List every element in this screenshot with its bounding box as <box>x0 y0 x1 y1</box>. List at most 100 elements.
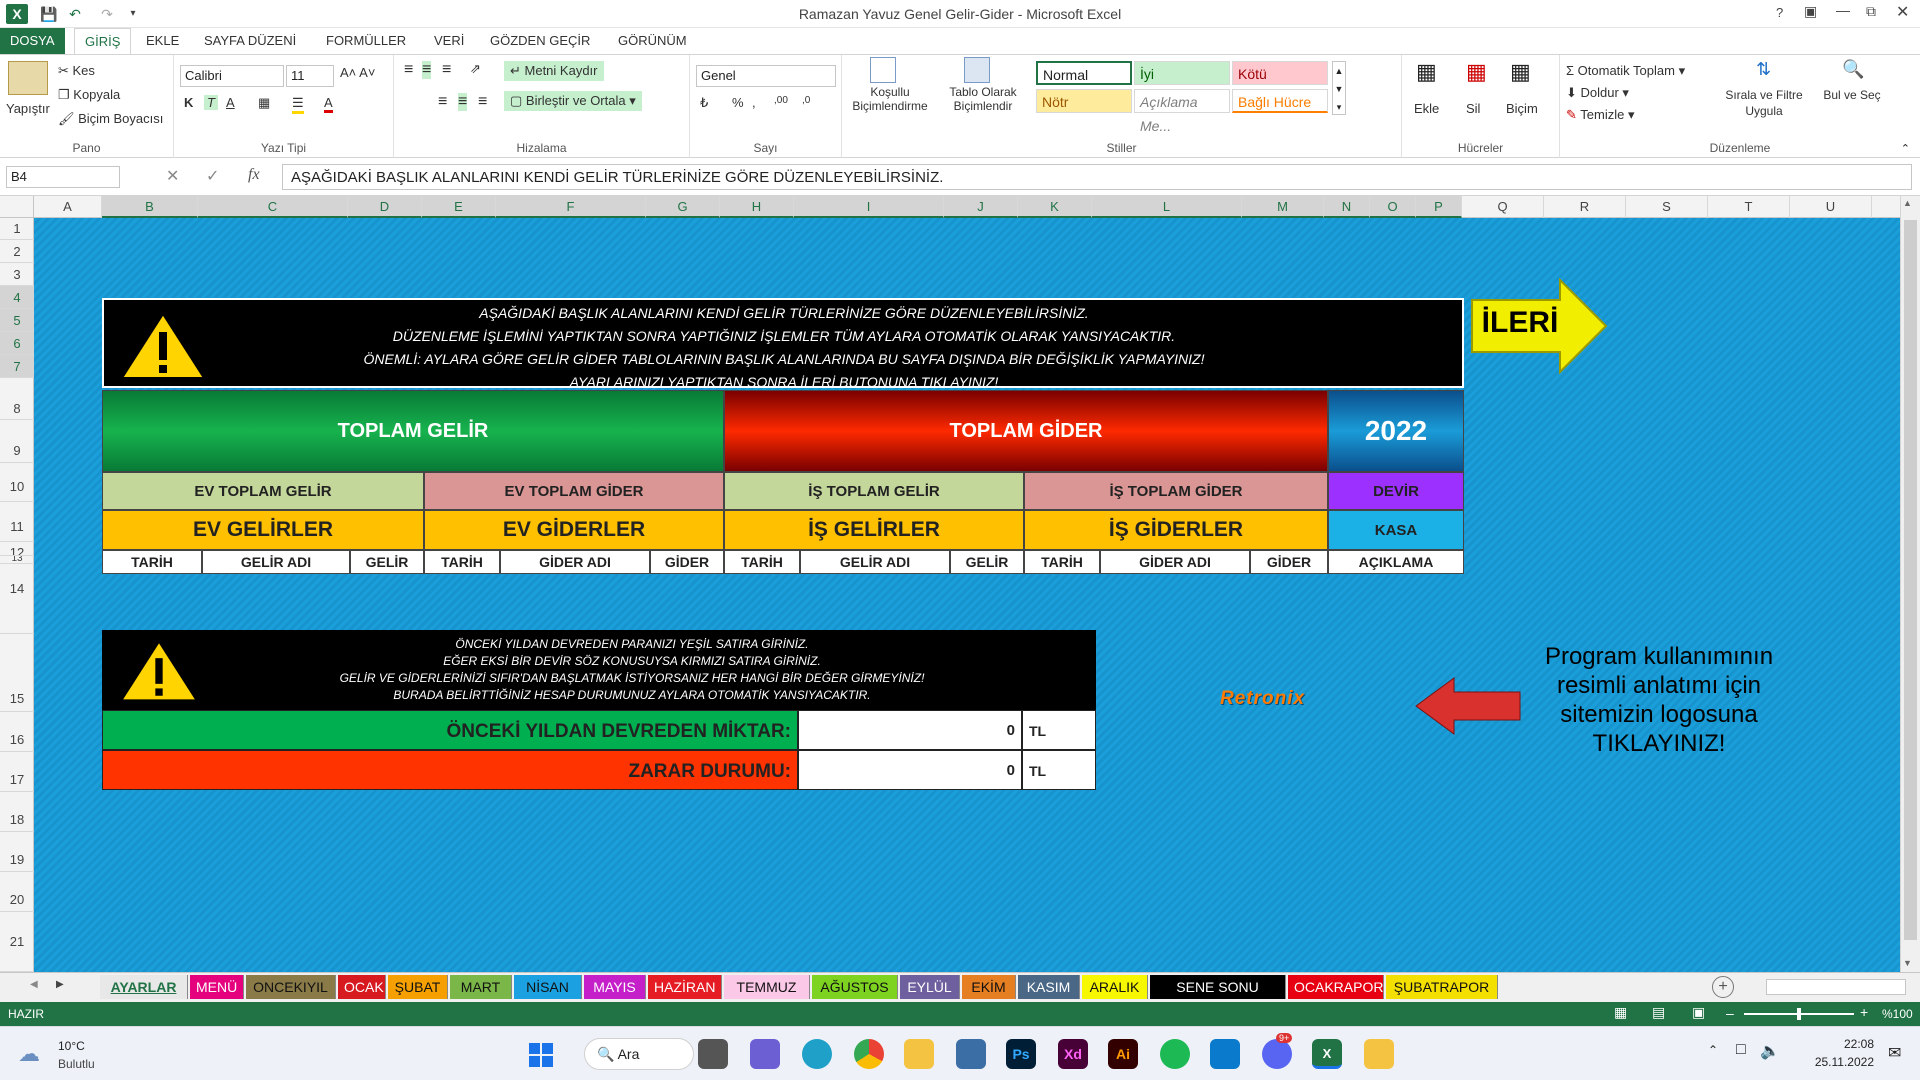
home-expense-total[interactable]: EV TOPLAM GİDER <box>424 472 724 510</box>
align-center-icon[interactable]: ≡ <box>458 93 468 111</box>
windows-start-icon[interactable] <box>528 1042 554 1068</box>
cash-cell[interactable]: KASA <box>1328 510 1464 550</box>
col-header[interactable]: Q <box>1462 196 1544 218</box>
fill-color-icon[interactable]: ☰ <box>292 95 304 114</box>
year-cell[interactable]: 2022 <box>1328 390 1464 472</box>
row-header[interactable]: 12 <box>0 542 34 556</box>
row-header[interactable]: 10 <box>0 463 34 502</box>
tab-page-layout[interactable]: SAYFA DÜZENİ <box>194 28 306 54</box>
font-color-icon[interactable]: A <box>324 95 333 113</box>
wrap-text-button[interactable]: ↵ Metni Kaydır <box>504 61 604 81</box>
col-header[interactable]: F <box>496 196 646 218</box>
col-header[interactable]: G <box>646 196 720 218</box>
col-header[interactable]: T <box>1708 196 1790 218</box>
styles-scroll-icon[interactable]: ▲ ▼ ▾ <box>1332 61 1346 115</box>
row-header[interactable]: 8 <box>0 378 34 420</box>
zoom-level[interactable]: %100 <box>1882 1007 1913 1021</box>
volume-icon[interactable]: 🔈 <box>1760 1041 1780 1061</box>
folder-icon[interactable] <box>1364 1039 1394 1069</box>
style-bad[interactable]: Kötü <box>1232 61 1328 85</box>
cancel-icon[interactable]: ✕ <box>166 166 179 186</box>
format-table-icon[interactable] <box>964 57 990 83</box>
loss-amount-input[interactable]: 0 <box>798 750 1022 790</box>
minimize-icon[interactable]: — <box>1836 2 1850 18</box>
style-linked-cell[interactable]: Bağlı Hücre <box>1232 89 1328 113</box>
work-expenses-header[interactable]: İŞ GİDERLER <box>1024 510 1328 550</box>
store-icon[interactable] <box>956 1039 986 1069</box>
subheader-date[interactable]: TARİH <box>424 550 500 574</box>
tab-formulas[interactable]: FORMÜLLER <box>316 28 416 54</box>
tab-insert[interactable]: EKLE <box>136 28 189 54</box>
col-header[interactable]: O <box>1370 196 1416 218</box>
row-header[interactable]: 13 <box>0 556 34 564</box>
col-header[interactable]: L <box>1092 196 1242 218</box>
col-header[interactable]: E <box>422 196 496 218</box>
sheet-tab[interactable]: MENÜ <box>190 975 244 999</box>
zoom-out-icon[interactable]: – <box>1726 1005 1734 1021</box>
formula-input[interactable]: AŞAĞIDAKİ BAŞLIK ALANLARINI KENDİ GELİR … <box>282 164 1912 190</box>
decrease-decimal-icon[interactable]: ,0 <box>802 95 810 106</box>
edge-icon[interactable] <box>802 1039 832 1069</box>
merge-center-button[interactable]: ▢ Birleştir ve Ortala ▾ <box>504 91 642 111</box>
page-break-view-icon[interactable]: ▣ <box>1692 1004 1705 1021</box>
sheet-tab[interactable]: SENE SONU RAPOR <box>1150 975 1286 999</box>
home-expenses-header[interactable]: EV GİDERLER <box>424 510 724 550</box>
delete-cells-button[interactable]: Sil <box>1466 101 1480 116</box>
subheader-income-name[interactable]: GELİR ADI <box>202 550 350 574</box>
col-header[interactable]: U <box>1790 196 1872 218</box>
subheader-expense[interactable]: GİDER <box>1250 550 1328 574</box>
show-hidden-icons-icon[interactable]: ⌃ <box>1708 1043 1718 1057</box>
subheader-date[interactable]: TARİH <box>1024 550 1100 574</box>
scroll-up-icon[interactable]: ▲ <box>1903 198 1912 208</box>
clock-time[interactable]: 22:08 <box>1808 1037 1874 1051</box>
carryover-cell[interactable]: DEVİR <box>1328 472 1464 510</box>
sheet-tab[interactable]: ŞUBATRAPOR <box>1386 975 1498 999</box>
col-header[interactable]: C <box>198 196 348 218</box>
normal-view-icon[interactable]: ▦ <box>1614 1004 1627 1021</box>
row-header[interactable]: 5 <box>0 309 34 332</box>
carryover-amount-input[interactable]: 0 <box>798 710 1022 750</box>
page-layout-view-icon[interactable]: ▤ <box>1652 1004 1665 1021</box>
sheet-tab[interactable]: AĞUSTOS <box>812 975 898 999</box>
autosum-button[interactable]: Σ Otomatik Toplam ▾ <box>1566 63 1685 79</box>
sheet-tab[interactable]: ŞUBAT <box>388 975 448 999</box>
task-view-icon[interactable] <box>698 1039 728 1069</box>
increase-decimal-icon[interactable]: ,00 <box>774 95 788 106</box>
delete-cells-icon[interactable]: ▦ <box>1466 59 1487 85</box>
tab-scroll-left-icon[interactable]: ◀ <box>30 979 38 990</box>
subheader-expense-name[interactable]: GİDER ADI <box>1100 550 1250 574</box>
align-middle-icon[interactable]: ≡ <box>422 61 432 79</box>
close-icon[interactable]: ✕ <box>1896 2 1909 22</box>
format-painter-button[interactable]: 🖌 Biçim Boyacısı <box>58 111 163 127</box>
align-right-icon[interactable]: ≡ <box>478 93 487 111</box>
cut-button[interactable]: ✂ Kes <box>58 63 95 79</box>
xd-icon[interactable]: Xd <box>1058 1039 1088 1069</box>
row-header[interactable]: 1 <box>0 218 34 240</box>
vertical-scrollbar[interactable]: ▲ ▼ <box>1900 196 1920 972</box>
file-explorer-icon[interactable] <box>904 1039 934 1069</box>
style-explanatory[interactable]: Açıklama Me... <box>1134 89 1230 134</box>
home-incomes-header[interactable]: EV GELİRLER <box>102 510 424 550</box>
chrome-icon[interactable] <box>854 1039 884 1069</box>
subheader-income-name[interactable]: GELİR ADI <box>800 550 950 574</box>
col-header[interactable]: J <box>944 196 1018 218</box>
comma-icon[interactable]: , <box>752 95 756 110</box>
col-header[interactable]: K <box>1018 196 1092 218</box>
tab-scroll-right-icon[interactable]: ▶ <box>56 979 64 990</box>
col-header[interactable]: H <box>720 196 794 218</box>
tab-review[interactable]: GÖZDEN GEÇİR <box>480 28 600 54</box>
sheet-tab[interactable]: NİSAN <box>514 975 582 999</box>
tab-home[interactable]: GİRİŞ <box>74 28 132 54</box>
col-header[interactable]: N <box>1324 196 1370 218</box>
insert-cells-icon[interactable]: ▦ <box>1416 59 1437 85</box>
sort-filter-button[interactable]: Sırala ve Filtre Uygula <box>1714 87 1814 119</box>
subheader-description[interactable]: AÇIKLAMA <box>1328 550 1464 574</box>
work-income-total[interactable]: İŞ TOPLAM GELİR <box>724 472 1024 510</box>
subheader-income[interactable]: GELİR <box>950 550 1024 574</box>
teams-icon[interactable] <box>750 1039 780 1069</box>
row-header[interactable]: 4 <box>0 286 34 309</box>
sheet-tab[interactable]: OCAKRAPOR <box>1288 975 1384 999</box>
illustrator-icon[interactable]: Ai <box>1108 1039 1138 1069</box>
bold-icon[interactable]: K <box>184 95 193 110</box>
weather-temp[interactable]: 10°C <box>58 1039 85 1053</box>
